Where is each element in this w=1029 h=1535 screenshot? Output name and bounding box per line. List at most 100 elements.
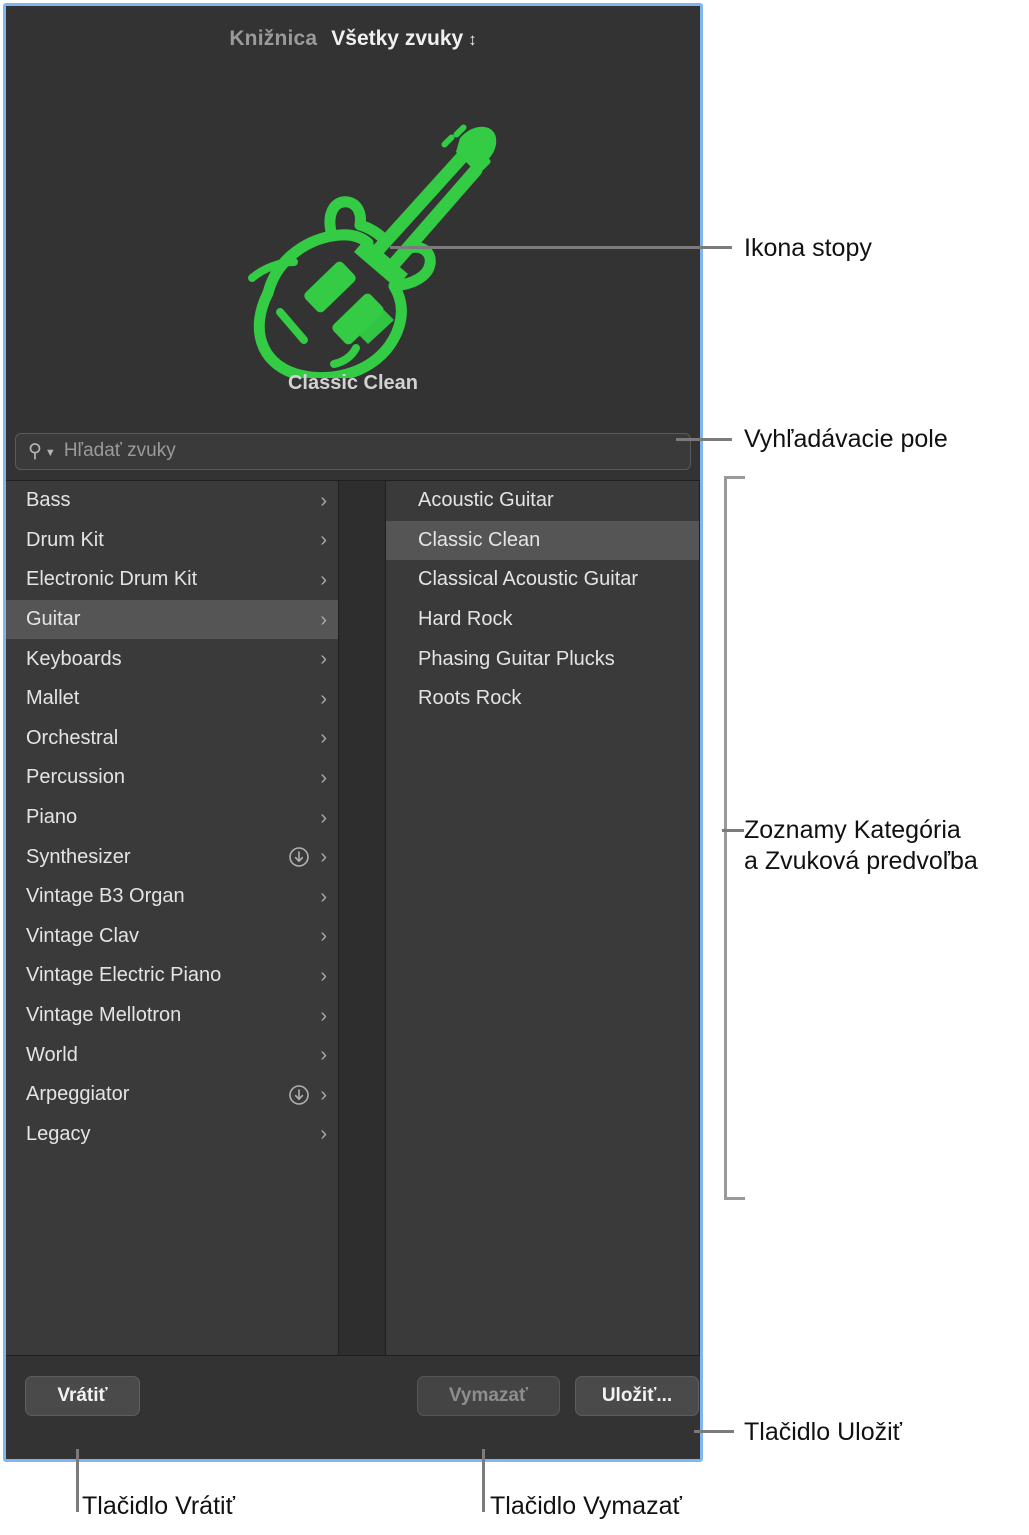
category-list[interactable]: Bass › Drum Kit › Electronic Drum Kit › Guitar…	[6, 481, 339, 1356]
lists-wrap: Bass › Drum Kit › Electronic Drum Kit › Guitar…	[6, 480, 700, 1356]
chevron-right-icon[interactable]: ›	[320, 847, 327, 867]
search-row: ⚲ ▼ Hľadať zvuky	[6, 422, 700, 480]
callout-save-button: Tlačidlo Uložiť	[744, 1418, 903, 1446]
category-row[interactable]: Vintage Clav ›	[6, 917, 338, 957]
callout-search-field: Vyhľadávacie pole	[744, 425, 948, 453]
electric-guitar-icon	[248, 124, 497, 378]
category-label: Electronic Drum Kit	[26, 568, 198, 591]
patch-list[interactable]: Acoustic Guitar Classic Clean Classical Ac…	[386, 481, 700, 1356]
category-label: Keyboards	[26, 647, 122, 670]
chevron-down-icon[interactable]: ▼	[45, 447, 56, 459]
leader-search-field	[676, 438, 732, 441]
panel-footer: Vrátiť Vymazať Uložiť...	[6, 1355, 700, 1459]
save-button[interactable]: Uložiť...	[575, 1376, 699, 1416]
library-panel: Knižnica Všetky zvuky ↕ Classic Clean ⚲ …	[3, 3, 703, 1462]
leader-revert-button	[76, 1449, 79, 1512]
chevron-right-icon[interactable]: ›	[320, 887, 327, 907]
chevron-right-icon[interactable]: ›	[320, 1124, 327, 1144]
revert-button[interactable]: Vrátiť	[25, 1376, 140, 1416]
leader-lists	[722, 829, 744, 832]
leader-track-icon	[390, 246, 732, 249]
category-label: Vintage Clav	[26, 924, 140, 947]
category-row[interactable]: Vintage B3 Organ ›	[6, 877, 338, 917]
chevron-right-icon[interactable]: ›	[320, 530, 327, 550]
chevron-right-icon[interactable]: ›	[320, 610, 327, 630]
category-row[interactable]: World ›	[6, 1035, 338, 1075]
patch-row[interactable]: Roots Rock	[386, 679, 699, 719]
category-label: Synthesizer	[26, 845, 131, 868]
callout-lists-line2: a Zvuková predvoľba	[744, 847, 978, 875]
category-row[interactable]: Keyboards ›	[6, 639, 338, 679]
category-label: Drum Kit	[26, 528, 104, 551]
category-row[interactable]: Mallet ›	[6, 679, 338, 719]
search-input[interactable]: Hľadať zvuky	[64, 440, 176, 462]
category-row[interactable]: Guitar ›	[6, 599, 338, 640]
chevron-right-icon[interactable]: ›	[320, 1006, 327, 1026]
panel-header: Knižnica Všetky zvuky ↕	[6, 6, 700, 72]
category-row[interactable]: Vintage Electric Piano ›	[6, 956, 338, 996]
chevron-right-icon[interactable]: ›	[320, 1085, 327, 1105]
leader-delete-button	[482, 1449, 485, 1512]
patch-label: Classical Acoustic Guitar	[418, 568, 639, 591]
category-label: Guitar	[26, 608, 81, 631]
category-row[interactable]: Synthesizer ›	[6, 837, 338, 877]
list-gutter	[339, 481, 386, 1356]
bracket-lists	[724, 476, 745, 1200]
category-label: Vintage B3 Organ	[26, 885, 185, 908]
chevron-right-icon[interactable]: ›	[320, 728, 327, 748]
download-icon[interactable]	[288, 846, 310, 868]
sound-filter-label: Všetky zvuky	[331, 27, 464, 50]
patch-label: Hard Rock	[418, 608, 513, 631]
patch-row[interactable]: Phasing Guitar Plucks	[386, 639, 699, 679]
patch-row[interactable]: Classic Clean	[386, 520, 699, 561]
chevron-right-icon[interactable]: ›	[320, 649, 327, 669]
category-label: Bass	[26, 489, 71, 512]
leader-save-button	[694, 1430, 734, 1433]
category-row[interactable]: Bass ›	[6, 481, 338, 521]
callout-track-icon: Ikona stopy	[744, 234, 872, 262]
category-label: Mallet	[26, 687, 80, 710]
chevron-right-icon[interactable]: ›	[320, 926, 327, 946]
callout-delete-button: Tlačidlo Vymazať	[490, 1492, 682, 1520]
category-row[interactable]: Vintage Mellotron ›	[6, 996, 338, 1036]
category-row[interactable]: Legacy ›	[6, 1115, 338, 1155]
category-row[interactable]: Orchestral ›	[6, 719, 338, 759]
patch-label: Classic Clean	[418, 528, 541, 551]
chevron-right-icon[interactable]: ›	[320, 808, 327, 828]
search-field[interactable]: ⚲ ▼ Hľadať zvuky	[15, 432, 691, 470]
category-label: Legacy	[26, 1122, 91, 1145]
chevron-right-icon[interactable]: ›	[320, 966, 327, 986]
category-label: World	[26, 1043, 78, 1066]
chevron-right-icon[interactable]: ›	[320, 689, 327, 709]
up-down-stepper-icon: ↕	[468, 29, 477, 49]
category-row[interactable]: Piano ›	[6, 798, 338, 838]
category-row[interactable]: Percussion ›	[6, 758, 338, 798]
category-label: Vintage Electric Piano	[26, 964, 222, 987]
patch-row[interactable]: Classical Acoustic Guitar	[386, 560, 699, 600]
patch-label: Phasing Guitar Plucks	[418, 647, 615, 670]
delete-button[interactable]: Vymazať	[417, 1376, 560, 1416]
category-label: Percussion	[26, 766, 125, 789]
category-label: Orchestral	[26, 726, 119, 749]
preview-patch-name: Classic Clean	[287, 372, 419, 394]
callout-revert-button: Tlačidlo Vrátiť	[82, 1492, 235, 1520]
callout-lists-line1: Zoznamy Kategória	[744, 816, 961, 844]
chevron-right-icon[interactable]: ›	[320, 491, 327, 511]
patch-label: Roots Rock	[418, 687, 522, 710]
chevron-right-icon[interactable]: ›	[320, 768, 327, 788]
category-label: Arpeggiator	[26, 1083, 130, 1106]
search-icon: ⚲	[28, 440, 42, 462]
category-row[interactable]: Arpeggiator ›	[6, 1075, 338, 1115]
sound-filter-popup[interactable]: Všetky zvuky ↕	[331, 27, 476, 51]
patch-row[interactable]: Hard Rock	[386, 600, 699, 640]
library-title: Knižnica	[229, 27, 318, 50]
patch-label: Acoustic Guitar	[418, 489, 554, 512]
chevron-right-icon[interactable]: ›	[320, 570, 327, 590]
download-icon[interactable]	[288, 1084, 310, 1106]
category-label: Piano	[26, 806, 78, 829]
chevron-right-icon[interactable]: ›	[320, 1045, 327, 1065]
category-label: Vintage Mellotron	[26, 1004, 182, 1027]
category-row[interactable]: Electronic Drum Kit ›	[6, 560, 338, 600]
category-row[interactable]: Drum Kit ›	[6, 521, 338, 561]
patch-row[interactable]: Acoustic Guitar	[386, 481, 699, 521]
